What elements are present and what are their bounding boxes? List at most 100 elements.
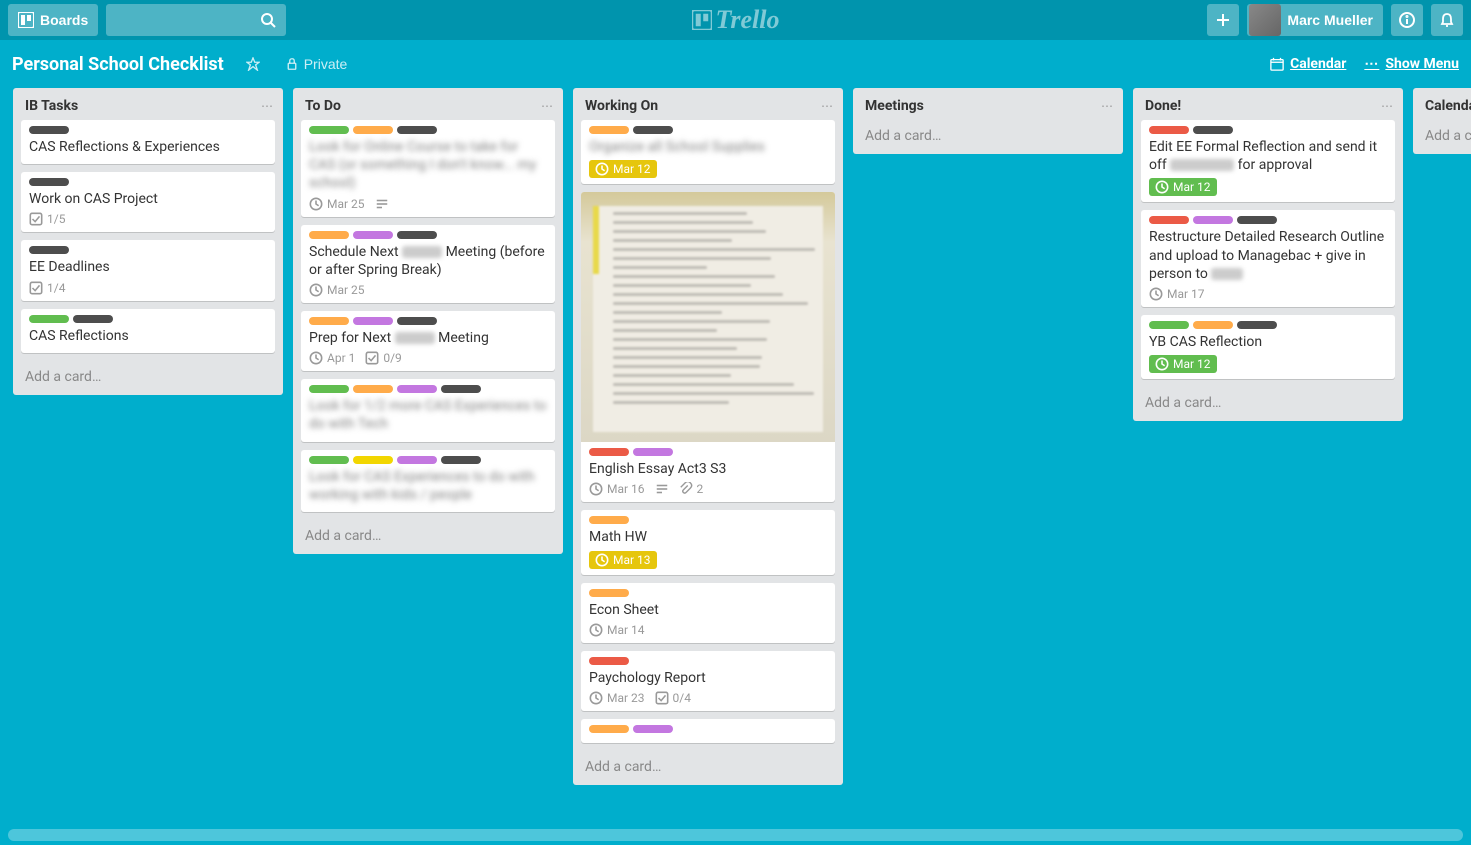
card-container: Edit EE Formal Reflection and send it of… [1133, 120, 1403, 387]
list-menu-icon[interactable]: ⋯ [1101, 99, 1113, 113]
card-label-purple [633, 448, 673, 456]
calendar-label: Calendar [1290, 56, 1346, 72]
card-label-purple [397, 456, 437, 464]
card-container: Organize all School Supplies Mar 12 Engli… [573, 120, 843, 751]
card[interactable]: English Essay Act3 S3 Mar 16 2 [581, 192, 835, 502]
card[interactable] [581, 719, 835, 743]
card-title: EE Deadlines [29, 258, 267, 276]
list-title: Calenda [1425, 98, 1471, 114]
list-header[interactable]: IB Tasks ⋯ [13, 88, 283, 120]
card-label-darkgray [397, 126, 437, 134]
board-canvas[interactable]: IB Tasks ⋯ CAS Reflections & Experiences… [0, 88, 1471, 845]
create-button[interactable] [1207, 4, 1239, 36]
card-label-darkgray [29, 178, 69, 186]
privacy-button[interactable]: Private [278, 52, 356, 76]
list-menu-icon[interactable]: ⋯ [1381, 99, 1393, 113]
card-label-purple [1193, 216, 1233, 224]
card[interactable]: CAS Reflections & Experiences [21, 120, 275, 164]
list-menu-icon[interactable]: ⋯ [541, 99, 553, 113]
card-title: Look for 1/2 more CAS Experiences to do … [309, 397, 547, 433]
card-cover [581, 192, 835, 442]
trello-logo-icon [691, 10, 711, 30]
boards-button[interactable]: Boards [8, 4, 98, 36]
list-header[interactable]: Calenda ⋯ [1413, 88, 1471, 120]
card[interactable]: YB CAS Reflection Mar 12 [1141, 315, 1395, 379]
card-labels [309, 231, 547, 239]
card-label-darkgray [441, 385, 481, 393]
card[interactable]: Edit EE Formal Reflection and send it of… [1141, 120, 1395, 202]
card-label-orange [589, 516, 629, 524]
plus-icon [1215, 12, 1231, 28]
star-icon [246, 57, 260, 71]
card-label-red [1149, 126, 1189, 134]
boards-label: Boards [40, 12, 88, 28]
card-title: Schedule Next Meeting (before or after S… [309, 243, 547, 279]
card[interactable]: Math HW Mar 13 [581, 510, 835, 574]
card-title: Look for CAS Experiences to do with work… [309, 468, 547, 504]
add-card-button[interactable]: Add a card… [13, 361, 283, 395]
list-header[interactable]: Done! ⋯ [1133, 88, 1403, 120]
card-label-green [309, 385, 349, 393]
due-badge: Mar 25 [309, 197, 365, 211]
due-badge: Mar 14 [589, 623, 645, 637]
due-badge: Mar 12 [1149, 355, 1217, 373]
card-label-red [1149, 216, 1189, 224]
add-card-button[interactable]: Add a card… [573, 751, 843, 785]
card[interactable]: Look for 1/2 more CAS Experiences to do … [301, 379, 555, 441]
description-badge [655, 482, 669, 496]
add-card-button[interactable]: Add a card… [853, 120, 1123, 154]
list-header[interactable]: Meetings ⋯ [853, 88, 1123, 120]
card-label-darkgray [1237, 321, 1277, 329]
star-button[interactable] [238, 53, 268, 75]
due-badge: Mar 17 [1149, 287, 1205, 301]
card-label-purple [353, 231, 393, 239]
list-title: To Do [305, 98, 341, 114]
list-title: Done! [1145, 98, 1181, 114]
card[interactable]: CAS Reflections [21, 309, 275, 353]
card-label-purple [633, 725, 673, 733]
user-menu-button[interactable]: Marc Mueller [1247, 4, 1383, 36]
list: Done! ⋯ Edit EE Formal Reflection and se… [1133, 88, 1403, 421]
card-container: Look for Online Course to take for CAS (… [293, 120, 563, 520]
list-menu-icon[interactable]: ⋯ [261, 99, 273, 113]
card[interactable]: Work on CAS Project 1/5 [21, 172, 275, 232]
topbar: Boards Trello Marc Mueller [0, 0, 1471, 40]
show-menu-label: Show Menu [1385, 56, 1459, 72]
list-menu-icon[interactable]: ⋯ [821, 99, 833, 113]
add-card-button[interactable]: Add a card… [1133, 387, 1403, 421]
card-title: Work on CAS Project [29, 190, 267, 208]
card[interactable]: Paychology Report Mar 23 0/4 [581, 651, 835, 711]
card-label-orange [309, 231, 349, 239]
search-input[interactable] [106, 4, 286, 36]
due-badge: Mar 23 [589, 691, 645, 705]
due-badge: Mar 12 [1149, 178, 1217, 196]
add-card-button[interactable]: Add a card… [293, 520, 563, 554]
list-header[interactable]: To Do ⋯ [293, 88, 563, 120]
horizontal-scrollbar[interactable] [8, 829, 1463, 841]
card[interactable]: Organize all School Supplies Mar 12 [581, 120, 835, 184]
notifications-button[interactable] [1431, 4, 1463, 36]
due-badge: Mar 13 [589, 551, 657, 569]
card[interactable]: Restructure Detailed Research Outline an… [1141, 210, 1395, 307]
card[interactable]: EE Deadlines 1/4 [21, 240, 275, 300]
card[interactable]: Look for Online Course to take for CAS (… [301, 120, 555, 217]
card[interactable]: Prep for Next Meeting Apr 1 0/9 [301, 311, 555, 371]
calendar-link[interactable]: Calendar [1270, 56, 1346, 72]
card-label-orange [589, 725, 629, 733]
app-name: Trello [715, 5, 779, 35]
list-header[interactable]: Working On ⋯ [573, 88, 843, 120]
card-labels [1149, 321, 1387, 329]
list-title: Meetings [865, 98, 924, 114]
info-button[interactable] [1391, 4, 1423, 36]
card[interactable]: Look for CAS Experiences to do with work… [301, 450, 555, 512]
show-menu-link[interactable]: ⋯ Show Menu [1364, 56, 1459, 72]
card-labels [589, 448, 827, 456]
add-card-button[interactable]: Add a ca [1413, 120, 1471, 154]
card[interactable]: Schedule Next Meeting (before or after S… [301, 225, 555, 303]
card-labels [309, 126, 547, 134]
app-logo[interactable]: Trello [691, 5, 779, 35]
board-title[interactable]: Personal School Checklist [12, 54, 224, 75]
card[interactable]: Econ Sheet Mar 14 [581, 583, 835, 643]
info-icon [1399, 12, 1415, 28]
card-labels [589, 589, 827, 597]
